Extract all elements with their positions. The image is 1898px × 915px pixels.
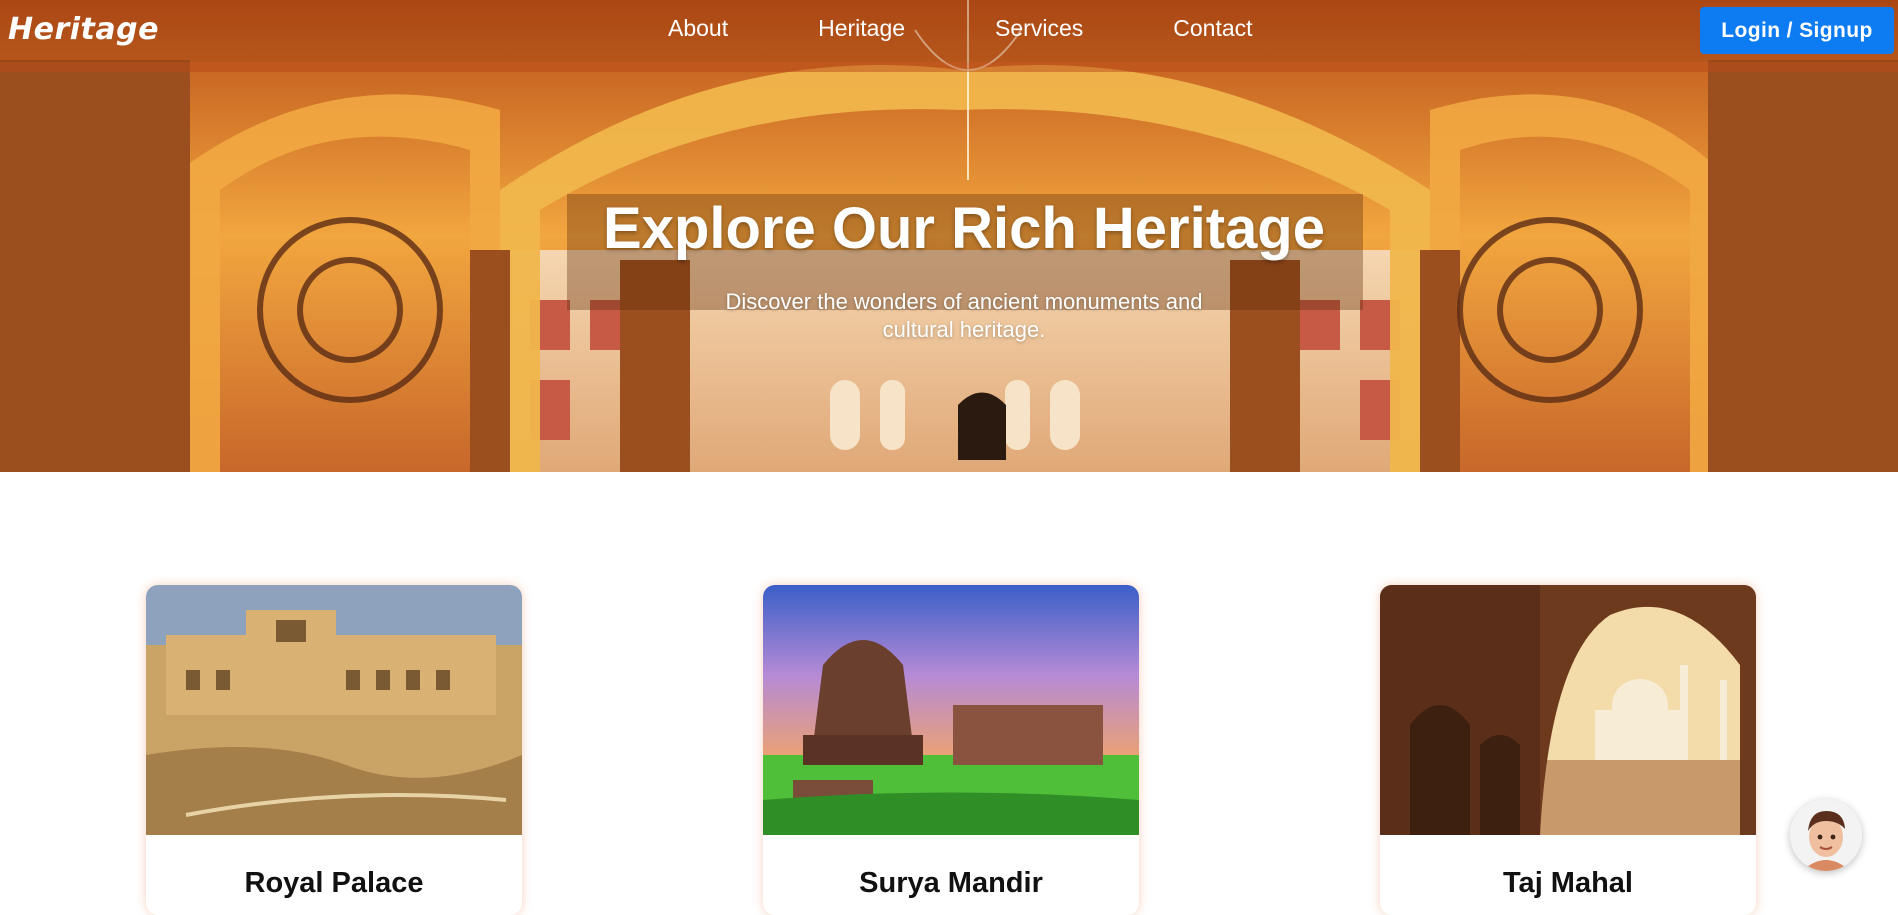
avatar-face-icon xyxy=(1790,799,1862,871)
nav-link-about[interactable]: About xyxy=(668,15,728,42)
hero-banner: Heritage About Heritage Services Contact… xyxy=(0,0,1898,472)
nav-links: About Heritage Services Contact xyxy=(668,15,1253,42)
nav-link-contact[interactable]: Contact xyxy=(1173,15,1252,42)
chat-assistant-avatar-icon[interactable] xyxy=(1790,799,1862,871)
card-title: Surya Mandir xyxy=(859,867,1043,899)
amber-fort-photo xyxy=(146,585,522,835)
nav-link-heritage[interactable]: Heritage xyxy=(818,15,905,42)
login-signup-button[interactable]: Login / Signup xyxy=(1700,7,1894,54)
nav-link-services[interactable]: Services xyxy=(995,15,1083,42)
card-title: Royal Palace xyxy=(244,867,424,899)
card-title: Taj Mahal xyxy=(1503,867,1633,899)
card-royal-palace[interactable]: Royal Palace xyxy=(146,585,522,915)
card-surya-mandir[interactable]: Surya Mandir xyxy=(763,585,1139,915)
taj-mahal-photo xyxy=(1380,585,1756,835)
hero-subtitle: Discover the wonders of ancient monument… xyxy=(725,289,1203,342)
hero-title: Explore Our Rich Heritage xyxy=(603,196,1325,261)
site-logo[interactable]: Heritage xyxy=(8,12,159,47)
sun-temple-photo xyxy=(763,585,1139,835)
card-taj-mahal[interactable]: Taj Mahal xyxy=(1380,585,1756,915)
navbar: Heritage About Heritage Services Contact… xyxy=(0,0,1898,62)
